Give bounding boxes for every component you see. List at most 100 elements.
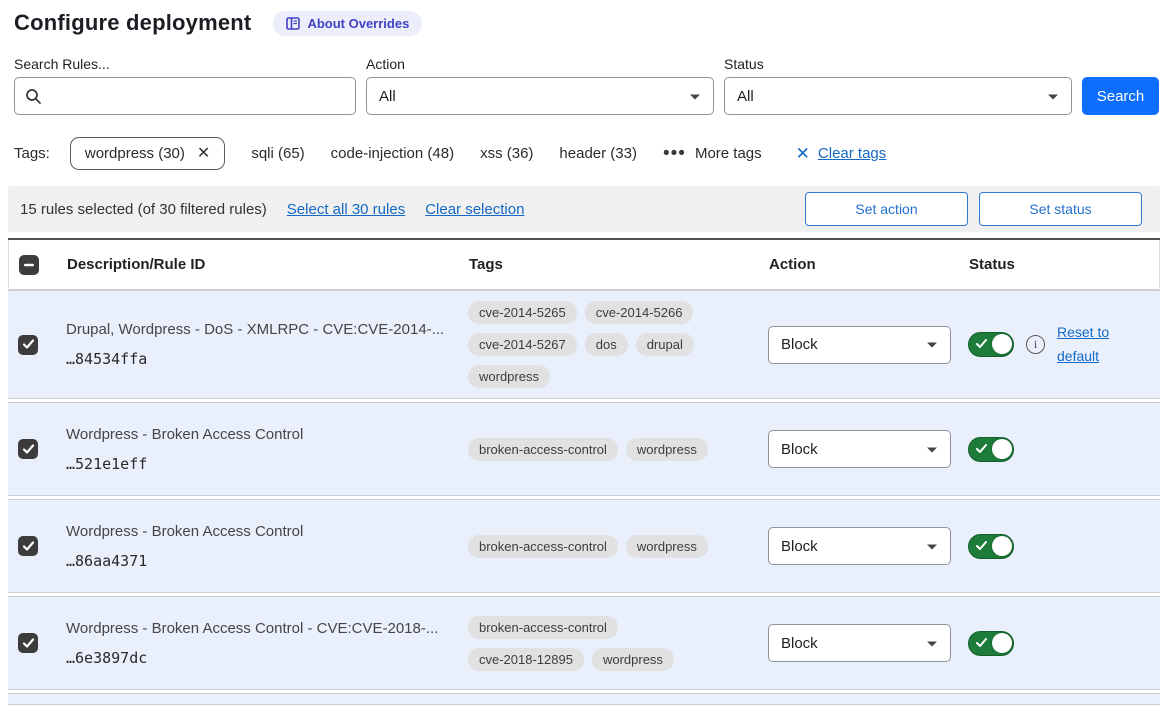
rule-id: …86aa4371 <box>66 552 448 570</box>
tag-pill: cve-2018-12895 <box>468 648 584 671</box>
row-tags: broken-access-control cve-2018-12895 wordp… <box>468 616 740 671</box>
action-select[interactable]: Block <box>768 624 951 662</box>
table-row <box>8 693 1160 705</box>
search-button[interactable]: Search <box>1082 77 1159 115</box>
rule-description: Drupal, Wordpress - DoS - XMLRPC - CVE:C… <box>66 321 448 338</box>
status-toggle[interactable] <box>968 437 1014 462</box>
clear-selection-link[interactable]: Clear selection <box>425 201 524 218</box>
column-header-tags: Tags <box>469 256 769 273</box>
tags-label: Tags: <box>14 145 50 162</box>
tag-pill: broken-access-control <box>468 438 618 461</box>
status-toggle[interactable] <box>968 631 1014 656</box>
rules-table-body: Drupal, Wordpress - DoS - XMLRPC - CVE:C… <box>8 290 1160 705</box>
action-select-value: Block <box>781 441 818 458</box>
chevron-down-icon <box>1047 88 1059 105</box>
rule-description-cell: Wordpress - Broken Access Control …521e1… <box>66 426 468 473</box>
close-icon: ✕ <box>796 144 810 164</box>
clear-tags-link[interactable]: ✕ Clear tags <box>796 144 887 164</box>
table-row: Wordpress - Broken Access Control …86aa4… <box>8 499 1160 593</box>
book-icon <box>286 17 300 30</box>
selected-tag-chip[interactable]: wordpress (30) ✕ <box>70 137 225 170</box>
column-header-description: Description/Rule ID <box>67 256 469 273</box>
row-checkbox[interactable] <box>18 633 38 653</box>
set-status-button[interactable]: Set status <box>979 192 1142 226</box>
chevron-down-icon <box>926 441 938 458</box>
tag-pill: drupal <box>636 333 694 356</box>
row-tags: cve-2014-5265cve-2014-5266cve-2014-5267d… <box>468 301 740 388</box>
column-header-status: Status <box>969 256 1159 273</box>
toggle-knob <box>992 536 1012 556</box>
page-title: Configure deployment <box>14 10 251 36</box>
tags-bar: Tags: wordpress (30) ✕ sqli (65) code-inj… <box>14 137 1161 170</box>
tag-pill: cve-2014-5265 <box>468 301 577 324</box>
more-tags-button[interactable]: ••• More tags <box>663 145 762 162</box>
action-filter-label: Action <box>366 56 714 72</box>
toggle-knob <box>992 334 1012 354</box>
select-all-link[interactable]: Select all 30 rules <box>287 201 405 218</box>
action-select[interactable]: Block <box>768 430 951 468</box>
reset-default-link[interactable]: Reset to default <box>1057 321 1121 369</box>
more-tags-label: More tags <box>695 145 762 162</box>
selection-bar: 15 rules selected (of 30 filtered rules)… <box>8 186 1160 232</box>
action-filter-value: All <box>379 88 396 105</box>
tag-pill: wordpress <box>626 535 708 558</box>
table-header-row: Description/Rule ID Tags Action Status <box>8 240 1160 290</box>
tag-pill: broken-access-control <box>468 616 618 639</box>
select-all-checkbox[interactable] <box>19 255 39 275</box>
search-rules-label: Search Rules... <box>14 56 356 72</box>
status-filter-select[interactable]: All <box>724 77 1072 115</box>
filter-tag[interactable]: header (33) <box>559 145 637 162</box>
action-select-value: Block <box>781 336 818 353</box>
rule-description: Wordpress - Broken Access Control - CVE:… <box>66 620 448 637</box>
toggle-knob <box>992 439 1012 459</box>
status-toggle[interactable] <box>968 534 1014 559</box>
tag-pill: cve-2014-5266 <box>585 301 694 324</box>
action-cell: Block <box>768 624 968 662</box>
action-cell: Block <box>768 430 968 468</box>
status-cell <box>968 534 1160 559</box>
tag-pill: broken-access-control <box>468 535 618 558</box>
tag-pill: wordpress <box>626 438 708 461</box>
action-filter-select[interactable]: All <box>366 77 714 115</box>
row-tags: broken-access-control wordpress <box>468 535 740 558</box>
rule-id: …84534ffa <box>66 350 448 368</box>
row-checkbox[interactable] <box>18 439 38 459</box>
status-cell <box>968 437 1160 462</box>
rule-description: Wordpress - Broken Access Control <box>66 426 448 443</box>
filter-tag[interactable]: code-injection (48) <box>331 145 454 162</box>
rule-description-cell: Wordpress - Broken Access Control - CVE:… <box>66 620 468 667</box>
filter-bar: Search Rules... Action All Status All Se… <box>14 56 1161 115</box>
tag-pill: dos <box>585 333 628 356</box>
chevron-down-icon <box>926 336 938 353</box>
action-select[interactable]: Block <box>768 326 951 364</box>
search-rules-input[interactable] <box>14 77 356 115</box>
search-icon <box>25 88 42 105</box>
set-action-button[interactable]: Set action <box>805 192 968 226</box>
chevron-down-icon <box>926 538 938 555</box>
status-filter-value: All <box>737 88 754 105</box>
action-select-value: Block <box>781 635 818 652</box>
status-cell <box>968 631 1160 656</box>
rule-description-cell: Drupal, Wordpress - DoS - XMLRPC - CVE:C… <box>66 321 468 368</box>
action-select-value: Block <box>781 538 818 555</box>
remove-tag-icon[interactable]: ✕ <box>197 146 210 162</box>
status-cell: i Reset to default <box>968 321 1160 369</box>
selection-summary: 15 rules selected (of 30 filtered rules) <box>20 201 267 218</box>
about-overrides-badge[interactable]: About Overrides <box>273 11 422 36</box>
row-tags: broken-access-control wordpress <box>468 438 740 461</box>
row-checkbox[interactable] <box>18 335 38 355</box>
table-row: Wordpress - Broken Access Control …521e1… <box>8 402 1160 496</box>
tag-pill: wordpress <box>592 648 674 671</box>
rule-id: …521e1eff <box>66 455 448 473</box>
action-select[interactable]: Block <box>768 527 951 565</box>
status-filter-label: Status <box>724 56 1072 72</box>
column-header-action: Action <box>769 256 969 273</box>
about-overrides-label: About Overrides <box>307 16 409 31</box>
tag-pill: wordpress <box>468 365 550 388</box>
chevron-down-icon <box>926 635 938 652</box>
rule-description-cell: Wordpress - Broken Access Control …86aa4… <box>66 523 468 570</box>
filter-tag[interactable]: sqli (65) <box>251 145 304 162</box>
row-checkbox[interactable] <box>18 536 38 556</box>
status-toggle[interactable] <box>968 332 1014 357</box>
filter-tag[interactable]: xss (36) <box>480 145 533 162</box>
